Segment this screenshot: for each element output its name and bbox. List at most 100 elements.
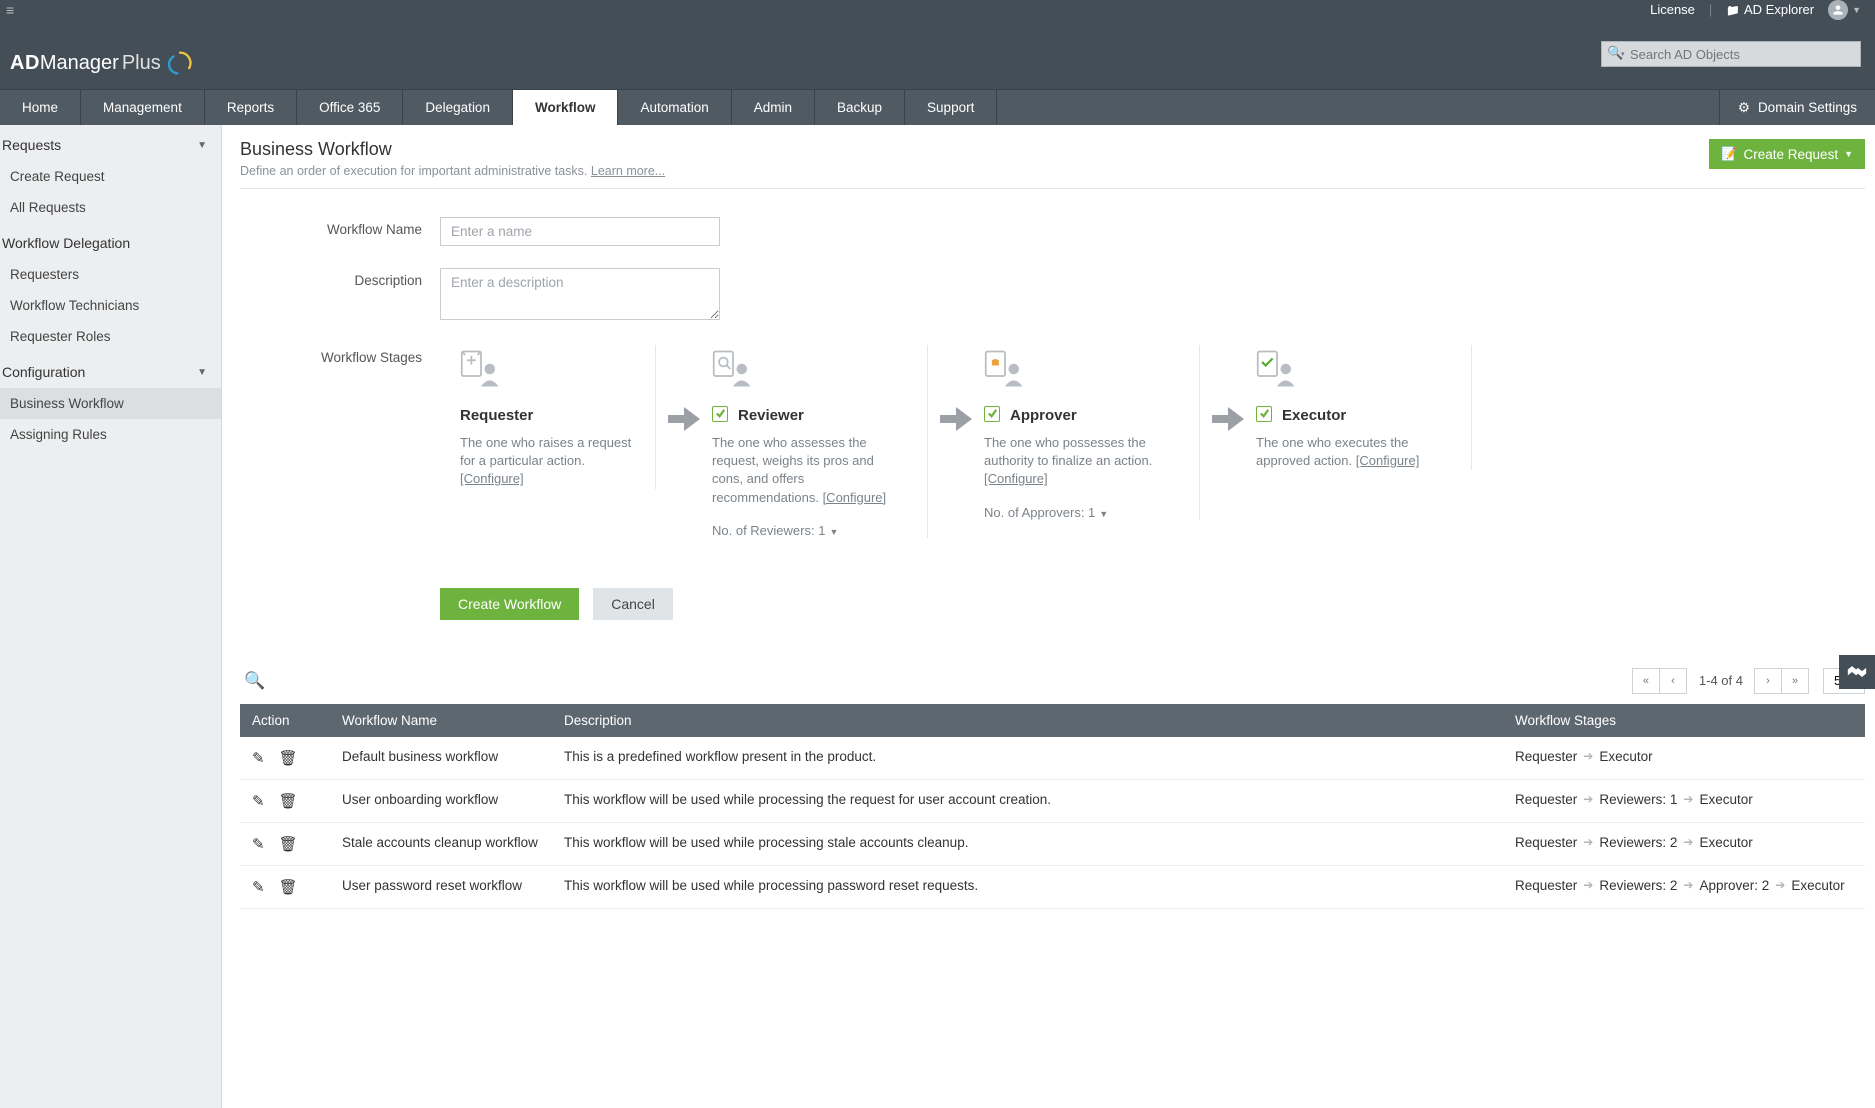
stage-description: The one who possesses the authority to f…	[984, 434, 1179, 489]
stage-chain-item: Requester	[1515, 835, 1577, 850]
brand-text-plus: Plus	[122, 52, 161, 75]
search-ad-objects[interactable]: 🔍 ▾	[1601, 41, 1861, 67]
nav-tab-management[interactable]: Management	[81, 90, 205, 125]
workflow-name-input[interactable]	[440, 217, 720, 246]
stage-count-dropdown[interactable]: No. of Reviewers: 1▼	[712, 523, 907, 538]
description-input[interactable]	[440, 268, 720, 320]
stage-configure-link[interactable]: [Configure]	[460, 471, 524, 486]
table-header-workflow-name: Workflow Name	[330, 704, 552, 737]
sidebar-section-configuration[interactable]: Configuration▼	[0, 352, 221, 388]
ad-explorer-link[interactable]: AD Explorer	[1726, 2, 1814, 17]
stage-checkbox[interactable]	[712, 406, 728, 422]
paginator: « ‹ 1-4 of 4 › » 5 ▼	[1633, 668, 1865, 694]
page-first-button[interactable]: «	[1632, 668, 1660, 694]
separator: |	[1709, 2, 1712, 17]
arrow-right-icon: ➔	[1683, 792, 1693, 806]
stage-icon	[984, 345, 1179, 389]
nav-tab-admin[interactable]: Admin	[732, 90, 815, 125]
nav-tab-office-365[interactable]: Office 365	[297, 90, 403, 125]
page-last-button[interactable]: »	[1781, 668, 1809, 694]
row-stage-chain: Requester➔Reviewers: 2➔Executor	[1515, 835, 1853, 850]
edit-icon[interactable]: ✎	[252, 792, 265, 810]
nav-tab-automation[interactable]: Automation	[618, 90, 731, 125]
row-description: This workflow will be used while process…	[552, 779, 1503, 822]
sidebar-item-create-request[interactable]: Create Request	[0, 161, 221, 192]
nav-tab-home[interactable]: Home	[0, 90, 81, 125]
create-request-icon: 📝	[1721, 146, 1737, 162]
table-row: ✎🗑Default business workflowThis is a pre…	[240, 737, 1865, 780]
delete-icon[interactable]: 🗑	[279, 792, 298, 810]
stage-card-executor: ExecutorThe one who executes the approve…	[1256, 345, 1472, 470]
edit-icon[interactable]: ✎	[252, 878, 265, 896]
search-input[interactable]	[1601, 41, 1861, 67]
page-prev-button[interactable]: ‹	[1659, 668, 1687, 694]
arrow-right-icon: ➔	[1583, 749, 1593, 763]
sidebar-section-workflow-delegation[interactable]: Workflow Delegation	[0, 223, 221, 259]
sidebar-item-workflow-technicians[interactable]: Workflow Technicians	[0, 290, 221, 321]
brand-text-ad: AD	[10, 52, 40, 75]
nav-tab-backup[interactable]: Backup	[815, 90, 905, 125]
stage-title: Approver	[1010, 407, 1077, 424]
domain-settings-button[interactable]: ⚙ Domain Settings	[1719, 90, 1875, 125]
stage-chain-item: Requester	[1515, 792, 1577, 807]
stage-icon	[460, 345, 635, 389]
stage-chain-item: Reviewers: 1	[1599, 792, 1677, 807]
arrow-right-icon: ➔	[1775, 878, 1785, 892]
stage-title: Reviewer	[738, 407, 804, 424]
stage-card-requester: RequesterThe one who raises a request fo…	[440, 345, 656, 489]
license-link[interactable]: License	[1650, 2, 1695, 17]
page-subtitle-text: Define an order of execution for importa…	[240, 164, 591, 178]
row-workflow-name: User password reset workflow	[330, 865, 552, 908]
sidebar-section-label: Requests	[2, 137, 61, 153]
nav-tab-reports[interactable]: Reports	[205, 90, 297, 125]
brand-text-manager: Manager	[40, 52, 119, 75]
sidebar-item-business-workflow[interactable]: Business Workflow	[0, 388, 221, 419]
user-menu[interactable]: ▼	[1828, 0, 1861, 20]
stage-chain-item: Requester	[1515, 878, 1577, 893]
cancel-button[interactable]: Cancel	[593, 588, 673, 620]
stage-card-approver: Approver The one who possesses the author…	[984, 345, 1200, 520]
search-dropdown-caret[interactable]: ▾	[1621, 50, 1625, 58]
stage-chain-item: Reviewers: 2	[1599, 878, 1677, 893]
avatar-icon	[1828, 0, 1848, 20]
stage-configure-link[interactable]: [Configure]	[823, 490, 887, 505]
stage-configure-link[interactable]: [Configure]	[1356, 453, 1420, 468]
sidebar-item-all-requests[interactable]: All Requests	[0, 192, 221, 223]
page-title: Business Workflow	[240, 139, 665, 160]
stage-icon	[712, 345, 907, 389]
row-workflow-name: User onboarding workflow	[330, 779, 552, 822]
sidebar-section-requests[interactable]: Requests▼	[0, 125, 221, 161]
stage-checkbox[interactable]	[1256, 406, 1272, 422]
delete-icon[interactable]: 🗑	[279, 749, 298, 767]
table-search-icon[interactable]: 🔍	[240, 671, 265, 691]
stage-count-dropdown[interactable]: No. of Approvers: 1▼	[984, 505, 1179, 520]
nav-tab-support[interactable]: Support	[905, 90, 997, 125]
delete-icon[interactable]: 🗑	[279, 835, 298, 853]
delete-icon[interactable]: 🗑	[279, 878, 298, 896]
edit-icon[interactable]: ✎	[252, 835, 265, 853]
stage-chain-item: Requester	[1515, 749, 1577, 764]
hamburger-icon[interactable]: ≡	[0, 2, 20, 18]
create-request-button[interactable]: 📝 Create Request ▼	[1709, 139, 1865, 169]
table-row: ✎🗑Stale accounts cleanup workflowThis wo…	[240, 822, 1865, 865]
page-next-button[interactable]: ›	[1754, 668, 1782, 694]
arrow-right-icon: ➔	[1683, 835, 1693, 849]
sidebar-item-requesters[interactable]: Requesters	[0, 259, 221, 290]
row-stage-chain: Requester➔Reviewers: 2➔Approver: 2➔Execu…	[1515, 878, 1853, 893]
learn-more-link[interactable]: Learn more...	[591, 164, 665, 178]
stage-configure-link[interactable]: [Configure]	[984, 471, 1048, 486]
stage-icon	[1256, 345, 1451, 389]
create-workflow-button[interactable]: Create Workflow	[440, 588, 579, 620]
chevron-down-icon: ▼	[197, 367, 207, 378]
support-chat-button[interactable]	[1839, 655, 1875, 689]
stage-checkbox[interactable]	[984, 406, 1000, 422]
main-nav: HomeManagementReportsOffice 365Delegatio…	[0, 89, 1875, 125]
nav-tab-delegation[interactable]: Delegation	[403, 90, 513, 125]
edit-icon[interactable]: ✎	[252, 749, 265, 767]
row-workflow-name: Default business workflow	[330, 737, 552, 780]
sidebar-item-assigning-rules[interactable]: Assigning Rules	[0, 419, 221, 450]
table-header-action: Action	[240, 704, 330, 737]
handshake-icon	[1847, 662, 1867, 682]
sidebar-item-requester-roles[interactable]: Requester Roles	[0, 321, 221, 352]
nav-tab-workflow[interactable]: Workflow	[513, 90, 619, 125]
